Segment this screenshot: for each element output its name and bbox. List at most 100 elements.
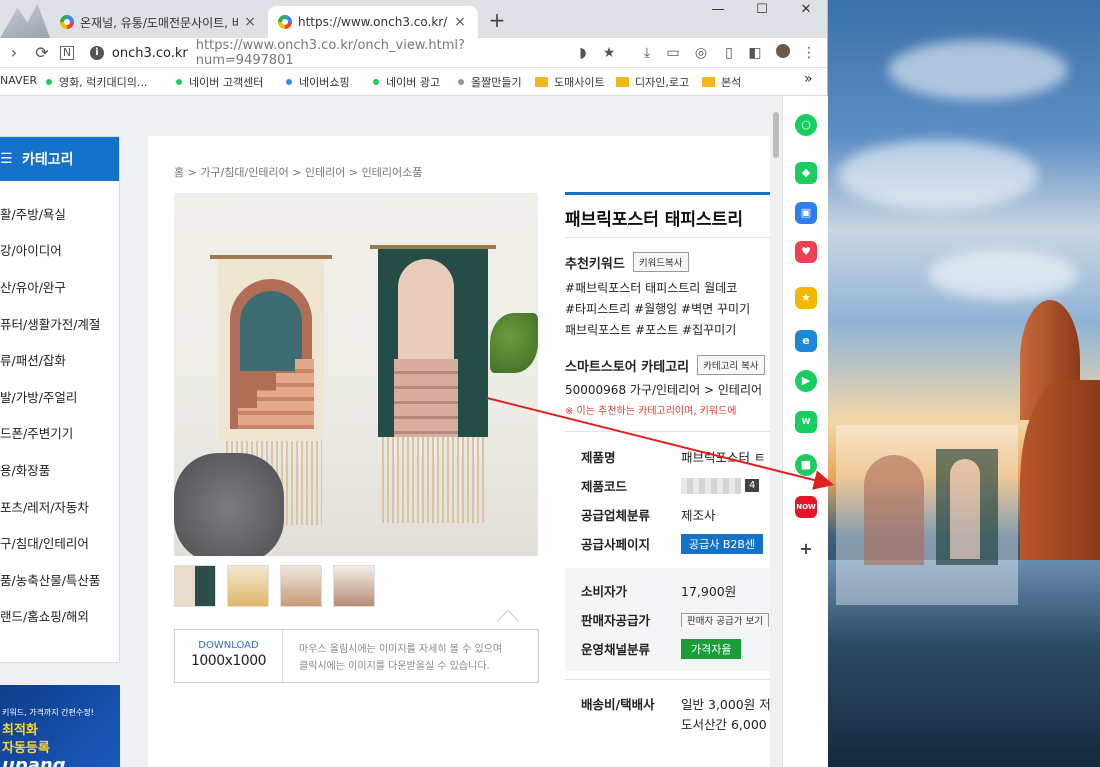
store-category-section: 스마트스토어 카테고리 카테고리 복사 xyxy=(565,355,782,375)
thumbnail[interactable] xyxy=(333,565,375,607)
scrollbar-thumb[interactable] xyxy=(773,112,779,158)
bookmark-label: 디자인,로고 xyxy=(635,76,690,89)
bookmarks-overflow-icon[interactable]: » xyxy=(804,71,813,87)
pocket-icon[interactable]: ♥ xyxy=(795,241,817,263)
tapestry-right xyxy=(378,249,488,437)
keyword-heading: 추천키워드 xyxy=(565,256,625,272)
download-label: DOWNLOAD xyxy=(198,640,259,651)
shipping-block: 배송비/택배사 일반 3,000원 저 도서산간 6,000 xyxy=(565,679,782,732)
thumbnail[interactable] xyxy=(227,565,269,607)
breadcrumb[interactable]: 홈 > 가구/침대/인테리어 > 인테리어 > 인테리어소품 xyxy=(174,164,422,180)
add-extension-icon[interactable]: + xyxy=(795,538,817,560)
bookmark-folder-analysis[interactable]: 본석 xyxy=(702,74,741,90)
reload-icon[interactable]: ⟳ xyxy=(32,43,52,63)
webtoon-icon[interactable]: W xyxy=(795,411,817,433)
tab-close-icon[interactable]: × xyxy=(452,14,468,30)
bookmark-naver[interactable]: NAVER xyxy=(0,74,37,87)
detail-key: 배송비/택배사 xyxy=(581,696,655,712)
download-info: DOWNLOAD 1000x1000 xyxy=(175,630,283,682)
reader-icon[interactable]: ▯ xyxy=(720,44,738,62)
detail-key: 공급사페이지 xyxy=(581,537,651,552)
bookmark-folder-wholesale[interactable]: 도매사이트 xyxy=(535,74,605,90)
star-icon[interactable]: ★ xyxy=(795,287,817,309)
close-window-button[interactable]: ✕ xyxy=(784,0,828,22)
category-item[interactable]: 류/패션/잡화 xyxy=(0,341,119,378)
product-info: 패브릭포스터 태피스트리 추천키워드 키워드복사 #패브릭포스터 태피스트리 월… xyxy=(565,192,782,732)
new-tab-button[interactable]: + xyxy=(486,10,508,32)
bookmark-label: 네이버 광고 xyxy=(386,76,441,89)
bell-icon[interactable]: ◆ xyxy=(795,162,817,184)
category-item[interactable]: 포츠/레저/자동차 xyxy=(0,488,119,525)
thumbnail[interactable] xyxy=(280,565,322,607)
naver-dot-icon xyxy=(46,79,52,85)
sidebar-toggle-icon[interactable]: ◧ xyxy=(746,44,764,62)
edge-icon[interactable]: e xyxy=(795,330,817,352)
category-item[interactable]: 품/농축산물/특산품 xyxy=(0,561,119,598)
bookmark-gif-maker[interactable]: 올짤만들기 xyxy=(458,74,522,90)
tab-onch-home[interactable]: 온재널, 유통/도매전문사이트, 바 × xyxy=(50,6,268,38)
seller-price-button[interactable]: 판매자 공급가 보기 xyxy=(681,613,769,627)
category-item[interactable]: 퓨터/생활가전/계절 xyxy=(0,305,119,342)
now-icon[interactable]: NOW xyxy=(795,496,817,518)
tab-onch-view[interactable]: https://www.onch3.co.kr/onch_vi × xyxy=(268,6,478,38)
category-item[interactable]: 드폰/주변기기 xyxy=(0,415,119,452)
address-bar[interactable]: i onch3.co.kr https://www.onch3.co.kr/on… xyxy=(90,38,560,68)
category-item[interactable]: 구/침대/인테리어 xyxy=(0,524,119,561)
detail-row-consumer-price: 소비자가 17,900원 xyxy=(565,576,782,605)
cloud-shape xyxy=(928,250,1078,300)
briefcase-icon[interactable]: ▣ xyxy=(795,202,817,224)
bookmark-naver-shopping[interactable]: 네이버쇼핑 xyxy=(286,74,350,90)
bookmark-folder-design[interactable]: 디자인,로고 xyxy=(616,74,689,90)
site-info-icon[interactable]: i xyxy=(90,46,104,60)
detail-value: 제조사 xyxy=(681,508,716,523)
bookmark-movie[interactable]: 영화, 럭키대디의... xyxy=(46,74,147,90)
category-copy-button[interactable]: 카테고리 복사 xyxy=(697,355,765,375)
menu-dots-icon[interactable]: ⋮ xyxy=(800,44,818,62)
shield-icon[interactable]: ◗ xyxy=(574,44,592,62)
category-heading-label: 카테고리 xyxy=(22,152,74,168)
download-icon[interactable]: ⤓ xyxy=(638,44,656,62)
ghost-tapestry xyxy=(864,455,924,565)
category-item[interactable]: 발/가방/주얼리 xyxy=(0,378,119,415)
thumbnail[interactable] xyxy=(174,565,216,607)
gif-dot-icon xyxy=(458,79,464,85)
tab-title: https://www.onch3.co.kr/onch_vi xyxy=(298,15,448,29)
tab-close-icon[interactable]: × xyxy=(242,14,258,30)
play-icon[interactable]: ▶ xyxy=(795,370,817,392)
category-item[interactable]: 랜드/홈쇼핑/해외 xyxy=(0,598,119,635)
bookmark-star-icon[interactable]: ★ xyxy=(600,44,618,62)
minimize-button[interactable]: — xyxy=(696,0,740,22)
download-box[interactable]: DOWNLOAD 1000x1000 마우스 올림시에는 이미지를 자세히 볼 … xyxy=(174,629,539,683)
video-icon[interactable]: ▭ xyxy=(664,44,682,62)
category-item[interactable]: 산/유아/완구 xyxy=(0,268,119,305)
detail-value: 일반 3,000원 저 xyxy=(681,696,771,712)
detail-row-name: 제품명 패브릭포스터 ㅌ xyxy=(565,442,782,471)
download-desc-line: 클릭시에는 이미지를 다운받을실 수 있습니다. xyxy=(299,661,490,672)
coupang-banner[interactable]: 키워드, 가격까지 간편수정! 최적화 자동등록 upang xyxy=(0,685,120,767)
naver-green-icon[interactable]: ○ xyxy=(795,114,817,136)
detail-row-shipping-remote: 도서산간 6,000 xyxy=(565,714,782,732)
bookmark-naver-ad[interactable]: 네이버 광고 xyxy=(373,74,440,90)
bookmark-naver-cs[interactable]: 네이버 고객센터 xyxy=(176,74,263,90)
avatar[interactable] xyxy=(774,44,792,62)
tab-bar: 온재널, 유통/도매전문사이트, 바 × https://www.onch3.c… xyxy=(0,0,827,38)
camera-icon[interactable]: ◎ xyxy=(692,44,710,62)
home-n-icon[interactable]: N xyxy=(60,46,74,60)
tapestry-left xyxy=(218,259,324,441)
category-heading[interactable]: ☰ 카테고리 xyxy=(0,137,119,181)
detail-value: 17,900원 xyxy=(681,584,737,599)
keyword-copy-button[interactable]: 키워드복사 xyxy=(632,252,689,272)
category-sidebar: ☰ 카테고리 활/주방/욕실 강/아이디어 산/유아/완구 퓨터/생활가전/계절… xyxy=(0,136,120,663)
bookmark-label: 도매사이트 xyxy=(554,76,605,89)
product-main-image[interactable] xyxy=(174,193,538,556)
forward-icon[interactable]: › xyxy=(4,43,24,63)
category-item[interactable]: 활/주방/욕실 xyxy=(0,195,119,232)
category-item[interactable]: 강/아이디어 xyxy=(0,232,119,269)
page-scrollbar[interactable] xyxy=(770,96,782,767)
desktop-peek-icon xyxy=(0,3,50,38)
maximize-button[interactable]: ☐ xyxy=(740,0,784,22)
blurred-code xyxy=(681,477,741,494)
square-icon[interactable]: ■ xyxy=(795,454,817,476)
supplier-b2b-button[interactable]: 공급사 B2B센 xyxy=(681,533,764,554)
category-item[interactable]: 용/화장품 xyxy=(0,451,119,488)
